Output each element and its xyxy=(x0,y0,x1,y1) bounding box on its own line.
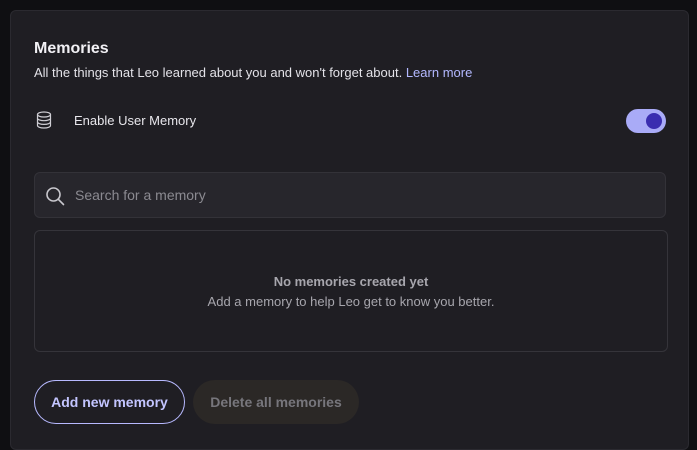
database-icon xyxy=(36,111,52,129)
section-description: All the things that Leo learned about yo… xyxy=(34,65,472,80)
section-title: Memories xyxy=(34,40,109,57)
memory-search-input[interactable] xyxy=(75,173,655,217)
delete-all-memories-button[interactable]: Delete all memories xyxy=(193,380,359,424)
memory-search-box[interactable] xyxy=(34,172,666,218)
enable-user-memory-label: Enable User Memory xyxy=(74,113,197,128)
memories-panel: Memories All the things that Leo learned… xyxy=(10,10,689,450)
add-new-memory-button[interactable]: Add new memory xyxy=(34,380,185,424)
empty-state-title: No memories created yet xyxy=(273,274,429,289)
memories-empty-state: No memories created yet Add a memory to … xyxy=(34,230,668,352)
toggle-knob xyxy=(646,113,662,129)
enable-user-memory-row: Enable User Memory xyxy=(34,109,666,135)
description-text: All the things that Leo learned about yo… xyxy=(34,65,403,80)
learn-more-link[interactable]: Learn more xyxy=(406,65,472,80)
enable-user-memory-toggle[interactable] xyxy=(626,109,666,133)
empty-state-message: Add a memory to help Leo get to know you… xyxy=(207,294,495,309)
search-icon xyxy=(46,187,65,206)
